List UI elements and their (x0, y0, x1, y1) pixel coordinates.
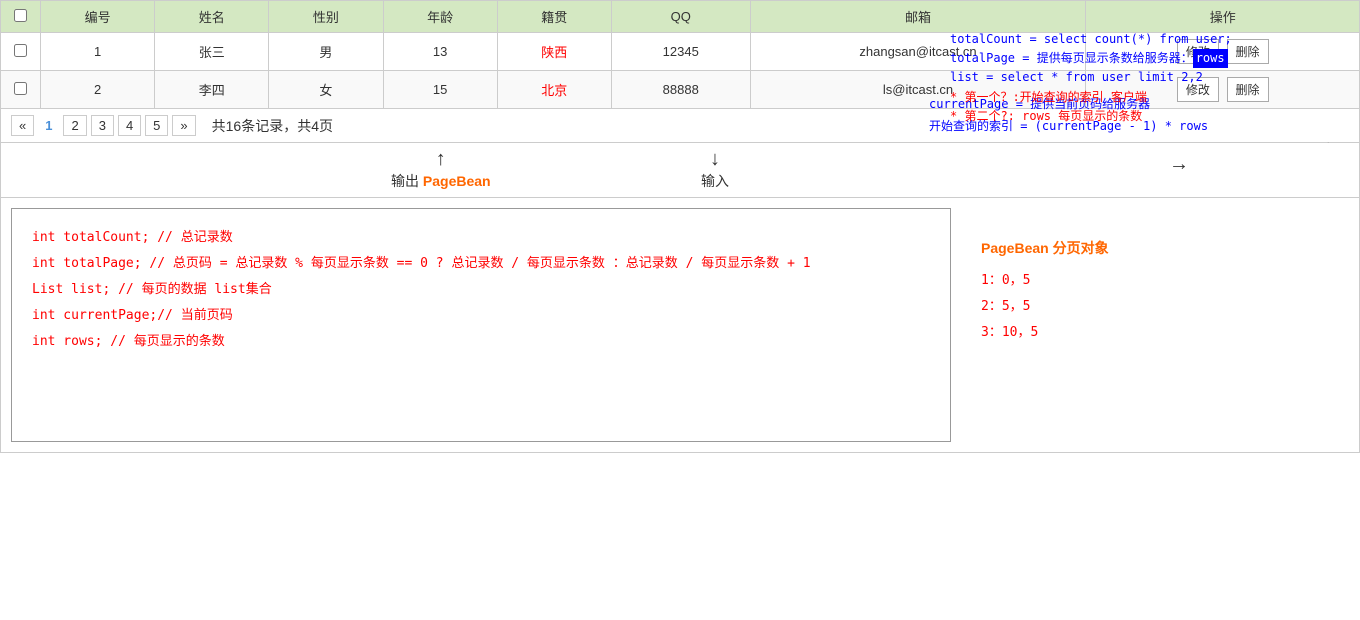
col-age: 年龄 (383, 1, 497, 33)
col-gender: 性别 (269, 1, 383, 33)
cell-origin: 陕西 (497, 33, 611, 71)
row-checkbox-2[interactable] (14, 82, 27, 95)
col-email: 邮箱 (750, 1, 1086, 33)
cell-gender: 女 (269, 71, 383, 109)
table-annotation: totalCount = select count(*) from user; … (950, 30, 1350, 126)
page-links: « 1 2 3 4 5 » (11, 115, 196, 136)
middle-section: ↑ 输出 PageBean ↓ 输入 → (0, 143, 1360, 198)
code-line-2: int totalPage; // 总页码 = 总记录数 % 每页显示条数 ==… (32, 251, 930, 277)
cell-age: 15 (383, 71, 497, 109)
pagebean-item-2: 2：5，5 (981, 294, 1349, 320)
code-line-5: int rows; // 每页显示的条数 (32, 329, 930, 355)
annotation-line1: totalCount = select count(*) from user; (950, 30, 1350, 49)
select-all-checkbox[interactable] (14, 9, 27, 22)
code-line-3: List list; // 每页的数据 list集合 (32, 277, 930, 303)
output-label: 输出 PageBean (391, 171, 491, 191)
page-link-2[interactable]: 2 (63, 115, 86, 136)
cell-age: 13 (383, 33, 497, 71)
pagebean-info: PageBean 分页对象 1：0，5 2：5，5 3：10，5 (951, 208, 1349, 442)
output-section: ↑ 输出 PageBean (391, 148, 491, 191)
col-origin: 籍贯 (497, 1, 611, 33)
cell-name: 张三 (155, 33, 269, 71)
pagebean-item-1: 1：0，5 (981, 268, 1349, 294)
annotation-line5: * 第二个?: rows 每页显示的条数 (950, 107, 1350, 126)
cell-qq: 88888 (611, 71, 750, 109)
cell-gender: 男 (269, 33, 383, 71)
page-info: 共16条记录，共4页 (212, 116, 333, 136)
next-page-link[interactable]: » (172, 115, 195, 136)
down-arrow-icon: ↓ (710, 148, 720, 171)
up-arrow-icon: ↑ (436, 148, 446, 171)
annotation-line4: * 第一个？:开始查询的索引 客户端 (950, 88, 1350, 107)
row-checkbox-1[interactable] (14, 44, 27, 57)
code-line-4: int currentPage;// 当前页码 (32, 303, 930, 329)
page-link-4[interactable]: 4 (118, 115, 141, 136)
annotation-line2: totalPage = 提供每页显示条数给服务器：rows (950, 49, 1350, 68)
pagebean-title: PageBean 分页对象 (981, 238, 1349, 258)
cell-qq: 12345 (611, 33, 750, 71)
input-section: ↓ 输入 (701, 148, 729, 191)
col-name: 姓名 (155, 1, 269, 33)
input-label: 输入 (701, 171, 729, 191)
page-link-5[interactable]: 5 (145, 115, 168, 136)
prev-page-link[interactable]: « (11, 115, 34, 136)
pagebean-output-label: PageBean (423, 173, 491, 189)
page-link-3[interactable]: 3 (91, 115, 114, 136)
bottom-area: int totalCount; // 总记录数 int totalPage; /… (0, 198, 1360, 453)
page-link-1[interactable]: 1 (38, 116, 59, 135)
col-qq: QQ (611, 1, 750, 33)
annotation-line3: list = select * from user limit 2,2 (950, 68, 1350, 87)
right-arrow-icon: → (1169, 153, 1189, 176)
col-action: 操作 (1086, 1, 1360, 33)
cell-origin: 北京 (497, 71, 611, 109)
pagebean-items: 1：0，5 2：5，5 3：10，5 (981, 268, 1349, 346)
cell-id: 2 (41, 71, 155, 109)
code-box: int totalCount; // 总记录数 int totalPage; /… (11, 208, 951, 442)
col-id: 编号 (41, 1, 155, 33)
cell-name: 李四 (155, 71, 269, 109)
rows-highlight: rows (1193, 49, 1228, 68)
pagebean-item-3: 3：10，5 (981, 320, 1349, 346)
code-line-1: int totalCount; // 总记录数 (32, 225, 930, 251)
cell-id: 1 (41, 33, 155, 71)
